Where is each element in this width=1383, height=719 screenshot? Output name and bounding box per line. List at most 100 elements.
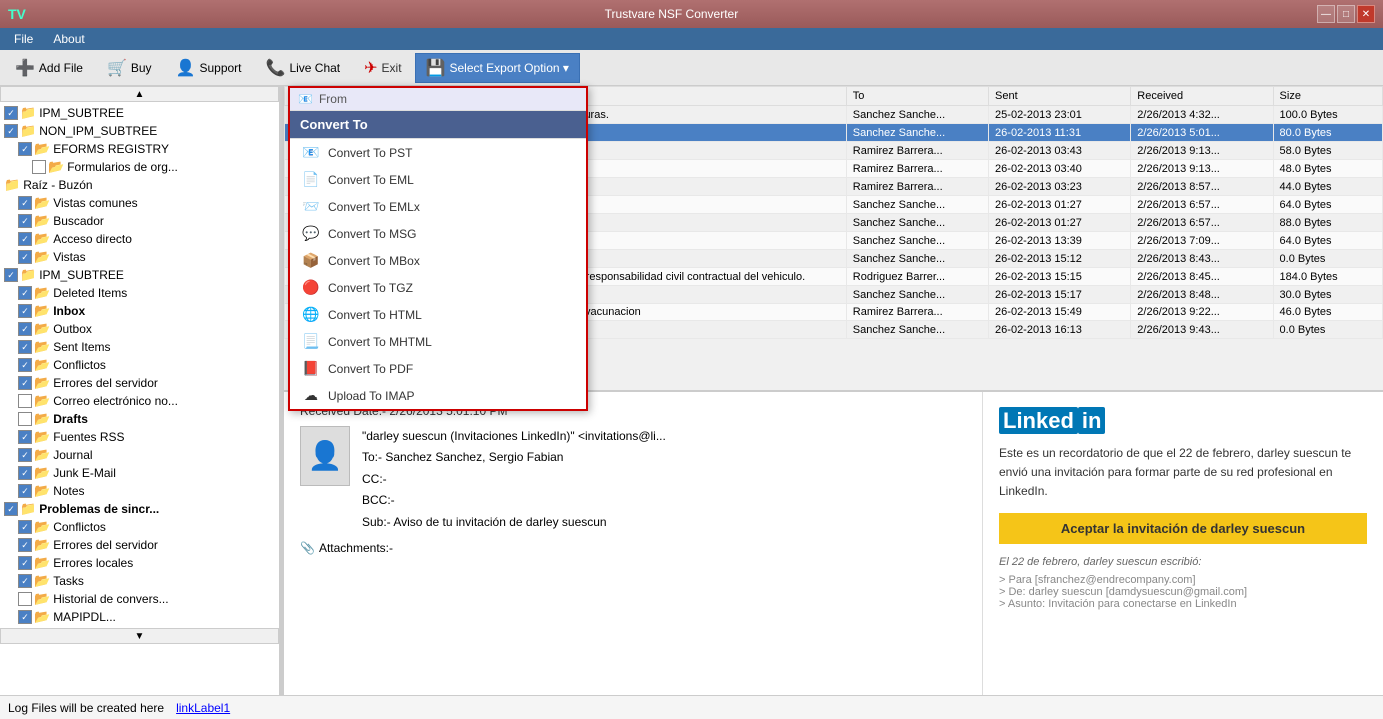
tree-item[interactable]: ✓📁Problemas de sincr... (0, 500, 279, 518)
dropdown-item-upload-to-imap[interactable]: ☁Upload To IMAP (290, 382, 586, 409)
tree-item[interactable]: ✓📂Sent Items (0, 338, 279, 356)
buy-button[interactable]: 🛒 Buy (96, 53, 163, 83)
tree-scroll-down[interactable]: ▼ (0, 628, 279, 644)
dropdown-item-convert-to-eml[interactable]: 📄Convert To EML (290, 166, 586, 193)
tree-checkbox[interactable]: ✓ (18, 520, 32, 534)
export-dropdown-menu: 📧 From Convert To 📧Convert To PST📄Conver… (288, 86, 588, 411)
tree-item[interactable]: 📂Drafts (0, 410, 279, 428)
tree-checkbox[interactable]: ✓ (18, 430, 32, 444)
tree-checkbox[interactable]: ✓ (18, 250, 32, 264)
tree-item[interactable]: ✓📂Acceso directo (0, 230, 279, 248)
col-size[interactable]: Size (1273, 87, 1382, 106)
accept-invitation-button[interactable]: Aceptar la invitación de darley suescun (999, 513, 1367, 544)
dropdown-item-convert-to-pst[interactable]: 📧Convert To PST (290, 139, 586, 166)
tree-checkbox[interactable]: ✓ (4, 124, 18, 138)
tree-item[interactable]: ✓📂Vistas (0, 248, 279, 266)
tree-checkbox[interactable]: ✓ (18, 538, 32, 552)
link-label[interactable]: linkLabel1 (176, 701, 230, 715)
maximize-button[interactable]: □ (1337, 5, 1355, 23)
cell-to: Sanchez Sanche... (846, 106, 988, 124)
live-chat-button[interactable]: 📞 Live Chat (255, 53, 352, 83)
folder-tree: ✓📁IPM_SUBTREE✓📁NON_IPM_SUBTREE✓📂EFORMS R… (0, 102, 279, 628)
tree-item[interactable]: ✓📂Deleted Items (0, 284, 279, 302)
dropdown-item-convert-to-html[interactable]: 🌐Convert To HTML (290, 301, 586, 328)
tree-item[interactable]: ✓📂Inbox (0, 302, 279, 320)
tree-checkbox[interactable]: ✓ (18, 304, 32, 318)
tree-checkbox[interactable]: ✓ (18, 610, 32, 624)
tree-item[interactable]: ✓📂Conflictos (0, 518, 279, 536)
cell-to: Sanchez Sanche... (846, 214, 988, 232)
tree-item[interactable]: ✓📁NON_IPM_SUBTREE (0, 122, 279, 140)
tree-checkbox[interactable]: ✓ (18, 232, 32, 246)
tree-item[interactable]: ✓📂Errores del servidor (0, 536, 279, 554)
cell-received: 2/26/2013 8:45... (1131, 268, 1273, 286)
tree-checkbox[interactable]: ✓ (18, 448, 32, 462)
dropdown-item-convert-to-mbox[interactable]: 📦Convert To MBox (290, 247, 586, 274)
tree-item[interactable]: ✓📂MAPIPDL... (0, 608, 279, 626)
tree-checkbox[interactable] (32, 160, 46, 174)
tree-item[interactable]: ✓📁IPM_SUBTREE (0, 266, 279, 284)
tree-item[interactable]: ✓📂Tasks (0, 572, 279, 590)
dropdown-item-convert-to-msg[interactable]: 💬Convert To MSG (290, 220, 586, 247)
tree-scroll-up[interactable]: ▲ (0, 86, 279, 102)
select-export-button[interactable]: 💾 Select Export Option ▾ (415, 53, 580, 83)
col-received[interactable]: Received (1131, 87, 1273, 106)
tree-item[interactable]: ✓📂Errores locales (0, 554, 279, 572)
tree-item-label: Problemas de sincr... (39, 502, 159, 516)
tree-item[interactable]: ✓📂Fuentes RSS (0, 428, 279, 446)
col-to[interactable]: To (846, 87, 988, 106)
tree-checkbox[interactable]: ✓ (18, 340, 32, 354)
menu-about[interactable]: About (43, 30, 94, 48)
tree-item[interactable]: ✓📂Conflictos (0, 356, 279, 374)
tree-checkbox[interactable] (18, 592, 32, 606)
tree-item[interactable]: ✓📂Junk E-Mail (0, 464, 279, 482)
tree-checkbox[interactable]: ✓ (18, 574, 32, 588)
dropdown-item-icon: ☁ (302, 387, 320, 404)
tree-checkbox[interactable]: ✓ (4, 268, 18, 282)
tree-item[interactable]: ✓📂EFORMS REGISTRY (0, 140, 279, 158)
tree-item[interactable]: ✓📂Errores del servidor (0, 374, 279, 392)
tree-item[interactable]: 📂Correo electrónico no... (0, 392, 279, 410)
tree-item[interactable]: 📂Historial de convers... (0, 590, 279, 608)
add-file-button[interactable]: ➕ Add File (4, 53, 94, 83)
tree-checkbox[interactable]: ✓ (18, 142, 32, 156)
tree-item[interactable]: ✓📂Outbox (0, 320, 279, 338)
exit-button[interactable]: ✈ Exit (353, 53, 412, 83)
dropdown-item-convert-to-pdf[interactable]: 📕Convert To PDF (290, 355, 586, 382)
tree-checkbox[interactable]: ✓ (18, 286, 32, 300)
add-file-label: Add File (39, 61, 83, 75)
dropdown-item-convert-to-emlx[interactable]: 📨Convert To EMLx (290, 193, 586, 220)
minimize-button[interactable]: — (1317, 5, 1335, 23)
tree-checkbox[interactable] (18, 412, 32, 426)
tree-checkbox[interactable]: ✓ (18, 556, 32, 570)
tree-item[interactable]: 📁Raíz - Buzón (0, 176, 279, 194)
tree-item[interactable]: ✓📁IPM_SUBTREE (0, 104, 279, 122)
tree-checkbox[interactable]: ✓ (18, 322, 32, 336)
menu-file[interactable]: File (4, 30, 43, 48)
support-icon: 👤 (176, 58, 196, 78)
dropdown-item-label: Convert To EMLx (328, 200, 420, 214)
tree-item[interactable]: ✓📂Notes (0, 482, 279, 500)
dropdown-item-convert-to-mhtml[interactable]: 📃Convert To MHTML (290, 328, 586, 355)
cell-size: 30.0 Bytes (1273, 286, 1382, 304)
tree-checkbox[interactable]: ✓ (18, 358, 32, 372)
tree-item-label: Journal (53, 448, 92, 462)
col-sent[interactable]: Sent (989, 87, 1131, 106)
support-button[interactable]: 👤 Support (165, 53, 253, 83)
folder-icon: 📁 (20, 105, 36, 121)
tree-item[interactable]: ✓📂Vistas comunes (0, 194, 279, 212)
tree-checkbox[interactable]: ✓ (4, 106, 18, 120)
tree-item[interactable]: 📂Formularios de org... (0, 158, 279, 176)
dropdown-item-convert-to-tgz[interactable]: 🔴Convert To TGZ (290, 274, 586, 301)
tree-checkbox[interactable]: ✓ (18, 484, 32, 498)
tree-checkbox[interactable] (18, 394, 32, 408)
tree-checkbox[interactable]: ✓ (18, 466, 32, 480)
tree-item[interactable]: ✓📂Buscador (0, 212, 279, 230)
titlebar: TV Trustvare NSF Converter — □ ✕ (0, 0, 1383, 28)
tree-checkbox[interactable]: ✓ (4, 502, 18, 516)
tree-checkbox[interactable]: ✓ (18, 214, 32, 228)
tree-item[interactable]: ✓📂Journal (0, 446, 279, 464)
tree-checkbox[interactable]: ✓ (18, 376, 32, 390)
close-button[interactable]: ✕ (1357, 5, 1375, 23)
tree-checkbox[interactable]: ✓ (18, 196, 32, 210)
